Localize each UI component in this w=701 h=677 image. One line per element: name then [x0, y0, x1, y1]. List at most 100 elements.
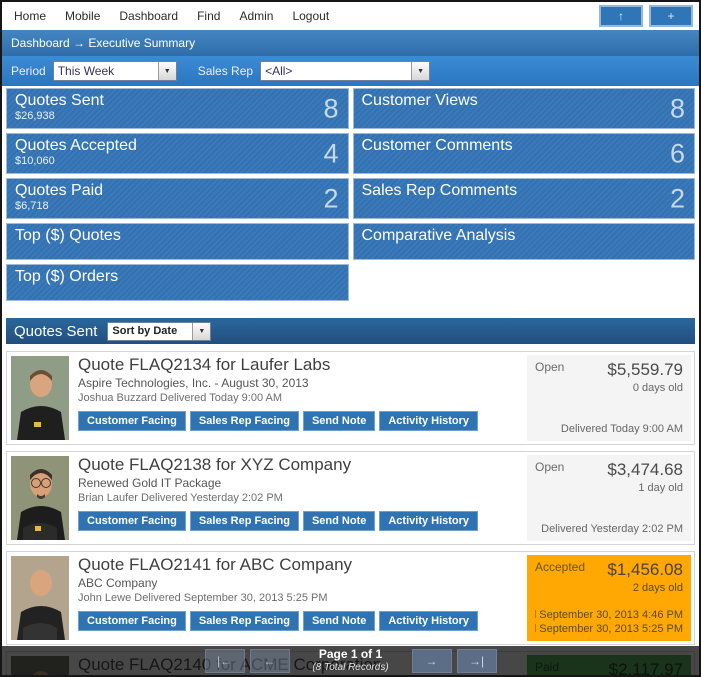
tile-customer-views[interactable]: Customer Views 8 — [353, 88, 696, 129]
tile-title: Quotes Accepted — [15, 136, 340, 155]
customer-facing-button[interactable]: Customer Facing — [78, 611, 186, 631]
quote-row: Quote FLAQ2138 for XYZ Company Renewed G… — [6, 451, 695, 545]
tile-top-orders[interactable]: Top ($) Orders — [6, 264, 349, 301]
tile-title: Top ($) Orders — [15, 267, 340, 286]
nav-item-mobile[interactable]: Mobile — [65, 9, 100, 23]
quote-row: Quote FLAO2141 for ABC Company ABC Compa… — [6, 551, 695, 645]
quote-details: Quote FLAQ2138 for XYZ Company Renewed G… — [69, 452, 524, 544]
dropdown-arrow-icon[interactable]: ▼ — [411, 62, 429, 80]
sort-select-value: Sort by Date — [108, 325, 192, 337]
period-select-value: This Week — [54, 64, 158, 78]
tile-title: Customer Views — [362, 91, 687, 110]
tile-count: 4 — [323, 138, 338, 169]
quote-history-line: Delivered Today 9:00 AM — [535, 422, 683, 436]
last-page-button[interactable]: →| — [457, 649, 497, 673]
dropdown-arrow-icon[interactable]: ▼ — [158, 62, 176, 80]
tile-subtitle: $26,938 — [15, 110, 340, 123]
breadcrumb: Dashboard → Executive Summary — [2, 30, 699, 56]
filter-bar: Period This Week ▼ Sales Rep <All> ▼ — [2, 56, 699, 86]
tile-comparative-analysis[interactable]: Comparative Analysis — [353, 223, 696, 260]
period-select[interactable]: This Week ▼ — [53, 61, 177, 81]
quote-title[interactable]: Quote FLAQ2134 for Laufer Labs — [78, 354, 524, 375]
tile-title: Quotes Paid — [15, 181, 340, 200]
nav-item-find[interactable]: Find — [197, 9, 220, 23]
quote-age: 0 days old — [535, 382, 683, 394]
activity-history-button[interactable]: Activity History — [379, 411, 478, 431]
sales-rep-avatar — [11, 456, 69, 540]
nav-item-dashboard[interactable]: Dashboard — [119, 9, 178, 23]
quote-amount: $1,456.08 — [607, 560, 683, 580]
total-records-label: (8 Total Records) — [295, 662, 407, 674]
quote-row: Quote FLAQ2134 for Laufer Labs Aspire Te… — [6, 351, 695, 445]
send-note-button[interactable]: Send Note — [303, 511, 375, 531]
tile-count: 8 — [670, 93, 685, 124]
sales-rep-avatar — [11, 356, 69, 440]
avatar-image — [11, 356, 69, 440]
nav-item-logout[interactable]: Logout — [292, 9, 329, 23]
tiles-left-column: Quotes Sent $26,938 8 Quotes Accepted $1… — [6, 88, 349, 305]
tile-customer-comments[interactable]: Customer Comments 6 — [353, 133, 696, 174]
scroll-top-button[interactable]: ↑ — [599, 5, 643, 27]
sales-rep-select-value: <All> — [261, 64, 411, 78]
first-page-button[interactable]: |← — [205, 649, 245, 673]
tile-title: Quotes Sent — [15, 91, 340, 110]
tile-title: Top ($) Quotes — [15, 226, 340, 245]
tile-count: 6 — [670, 138, 685, 169]
quote-actions: Customer Facing Sales Rep Facing Send No… — [78, 411, 524, 431]
quote-amount: $3,474.68 — [607, 460, 683, 480]
quote-status: Open — [535, 360, 564, 374]
top-nav-buttons: ↑ + — [599, 5, 693, 27]
tile-subtitle: $6,718 — [15, 200, 340, 213]
send-note-button[interactable]: Send Note — [303, 611, 375, 631]
pagination-overlay: |← ← Page 1 of 1 (8 Total Records) → →| — [2, 646, 699, 675]
tile-title: Sales Rep Comments — [362, 181, 687, 200]
tile-quotes-sent[interactable]: Quotes Sent $26,938 8 — [6, 88, 349, 129]
sort-select[interactable]: Sort by Date ▼ — [107, 322, 211, 341]
quote-meta: Joshua Buzzard Delivered Today 9:00 AM — [78, 392, 524, 404]
tile-count: 2 — [670, 183, 685, 214]
quote-history-line: Delivered Yesterday 2:02 PM — [535, 522, 683, 536]
nav-item-home[interactable]: Home — [14, 9, 46, 23]
activity-history-button[interactable]: Activity History — [379, 611, 478, 631]
tile-quotes-paid[interactable]: Quotes Paid $6,718 2 — [6, 178, 349, 219]
next-page-button[interactable]: → — [412, 649, 452, 673]
quote-age: 1 day old — [535, 482, 683, 494]
add-button[interactable]: + — [649, 5, 693, 27]
quote-title[interactable]: Quote FLAQ2138 for XYZ Company — [78, 454, 524, 475]
tile-sales-rep-comments[interactable]: Sales Rep Comments 2 — [353, 178, 696, 219]
pagination-status: Page 1 of 1 (8 Total Records) — [295, 648, 407, 673]
period-label: Period — [11, 64, 46, 78]
customer-facing-button[interactable]: Customer Facing — [78, 511, 186, 531]
activity-history-button[interactable]: Activity History — [379, 511, 478, 531]
quote-title[interactable]: Quote FLAO2141 for ABC Company — [78, 554, 524, 575]
tile-title: Comparative Analysis — [362, 226, 687, 245]
tiles-right-column: Customer Views 8 Customer Comments 6 Sal… — [353, 88, 696, 305]
top-nav: Home Mobile Dashboard Find Admin Logout … — [2, 2, 699, 30]
tile-top-quotes[interactable]: Top ($) Quotes — [6, 223, 349, 260]
quotes-sent-section-header: Quotes Sent Sort by Date ▼ — [6, 318, 695, 344]
page-indicator: Page 1 of 1 — [295, 648, 407, 662]
quote-actions: Customer Facing Sales Rep Facing Send No… — [78, 611, 524, 631]
quote-status-panel: Accepted $1,456.08 2 days old Accepted S… — [527, 555, 691, 641]
sales-rep-facing-button[interactable]: Sales Rep Facing — [190, 411, 299, 431]
sales-rep-facing-button[interactable]: Sales Rep Facing — [190, 511, 299, 531]
quote-history-line: Delivered September 30, 2013 5:25 PM — [535, 622, 683, 636]
send-note-button[interactable]: Send Note — [303, 411, 375, 431]
tile-subtitle: $10,060 — [15, 155, 340, 168]
quote-history: Delivered Yesterday 2:02 PM — [535, 522, 683, 536]
sales-rep-select[interactable]: <All> ▼ — [260, 61, 430, 81]
tile-quotes-accepted[interactable]: Quotes Accepted $10,060 4 — [6, 133, 349, 174]
nav-item-admin[interactable]: Admin — [239, 9, 273, 23]
quote-details: Quote FLAQ2134 for Laufer Labs Aspire Te… — [69, 352, 524, 444]
quote-subtitle: Renewed Gold IT Package — [78, 476, 524, 490]
customer-facing-button[interactable]: Customer Facing — [78, 411, 186, 431]
prev-page-button[interactable]: ← — [250, 649, 290, 673]
dashboard-tiles: Quotes Sent $26,938 8 Quotes Accepted $1… — [2, 86, 699, 305]
dropdown-arrow-icon[interactable]: ▼ — [192, 323, 210, 340]
quote-subtitle: ABC Company — [78, 576, 524, 590]
quote-subtitle: Aspire Technologies, Inc. - August 30, 2… — [78, 376, 524, 390]
quote-status-panel: Open $5,559.79 0 days old Delivered Toda… — [527, 355, 691, 441]
quote-history: Delivered Today 9:00 AM — [535, 422, 683, 436]
tile-title: Customer Comments — [362, 136, 687, 155]
sales-rep-facing-button[interactable]: Sales Rep Facing — [190, 611, 299, 631]
